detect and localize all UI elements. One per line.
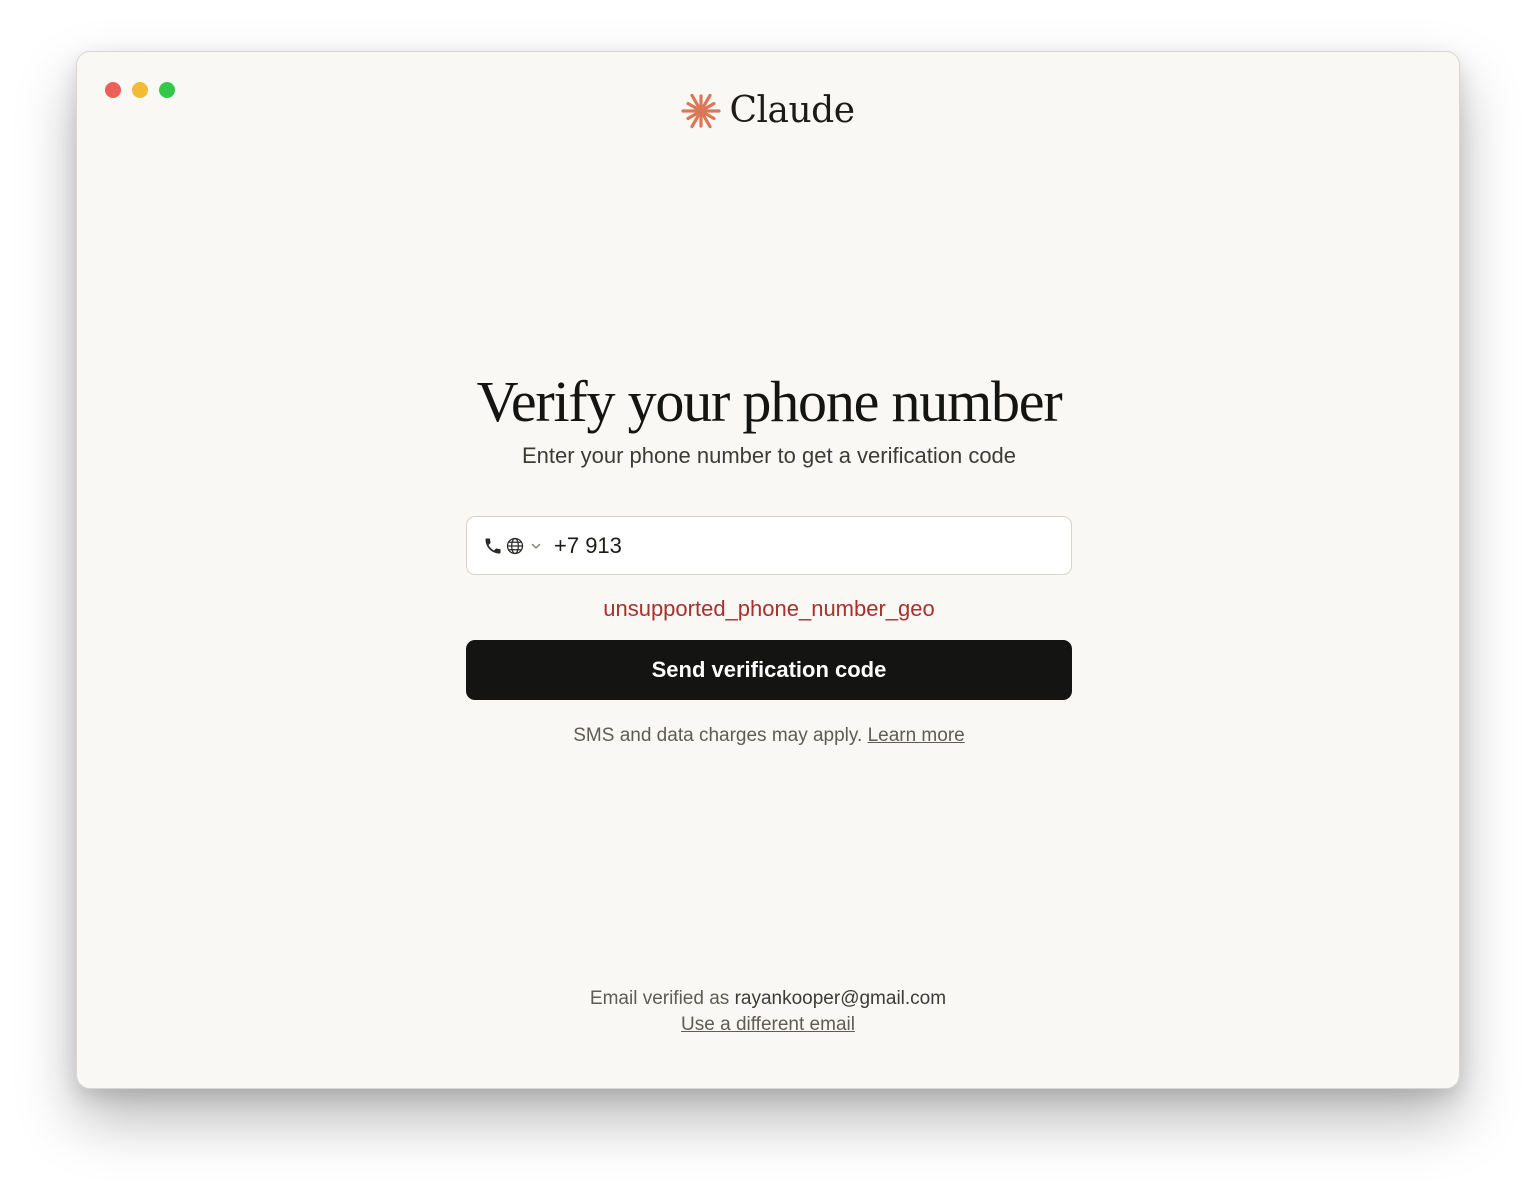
verified-email: rayankooper@gmail.com (734, 988, 947, 1009)
page-title: Verify your phone number (476, 369, 1063, 434)
country-code-select[interactable] (483, 517, 542, 574)
learn-more-link[interactable]: Learn more (868, 725, 965, 746)
phone-number-field (466, 516, 1072, 575)
account-footer: Email verified as rayankooper@gmail.com … (77, 986, 1459, 1038)
sms-disclaimer: SMS and data charges may apply. Learn mo… (466, 724, 1072, 748)
email-verified-line: Email verified as rayankooper@gmail.com (77, 986, 1459, 1012)
use-different-email-link[interactable]: Use a different email (681, 1014, 855, 1035)
brand-name: Claude (729, 90, 855, 131)
asterisk-burst-icon (681, 93, 722, 128)
brand-logo: Claude (77, 90, 1459, 131)
email-verified-label: Email verified as (589, 988, 730, 1009)
phone-error-message: unsupported_phone_number_geo (603, 596, 935, 621)
globe-icon (506, 537, 524, 554)
page-subtitle: Enter your phone number to get a verific… (521, 443, 1017, 468)
phone-icon (485, 538, 501, 553)
sms-disclaimer-text: SMS and data charges may apply. (573, 725, 863, 746)
phone-number-input[interactable] (554, 517, 1071, 574)
verify-phone-panel: Verify your phone number Enter your phon… (466, 370, 1072, 748)
send-verification-code-button[interactable]: Send verification code (466, 640, 1072, 700)
chevron-down-icon (531, 543, 541, 549)
app-window: Claude Verify your phone number Enter yo… (76, 51, 1460, 1089)
